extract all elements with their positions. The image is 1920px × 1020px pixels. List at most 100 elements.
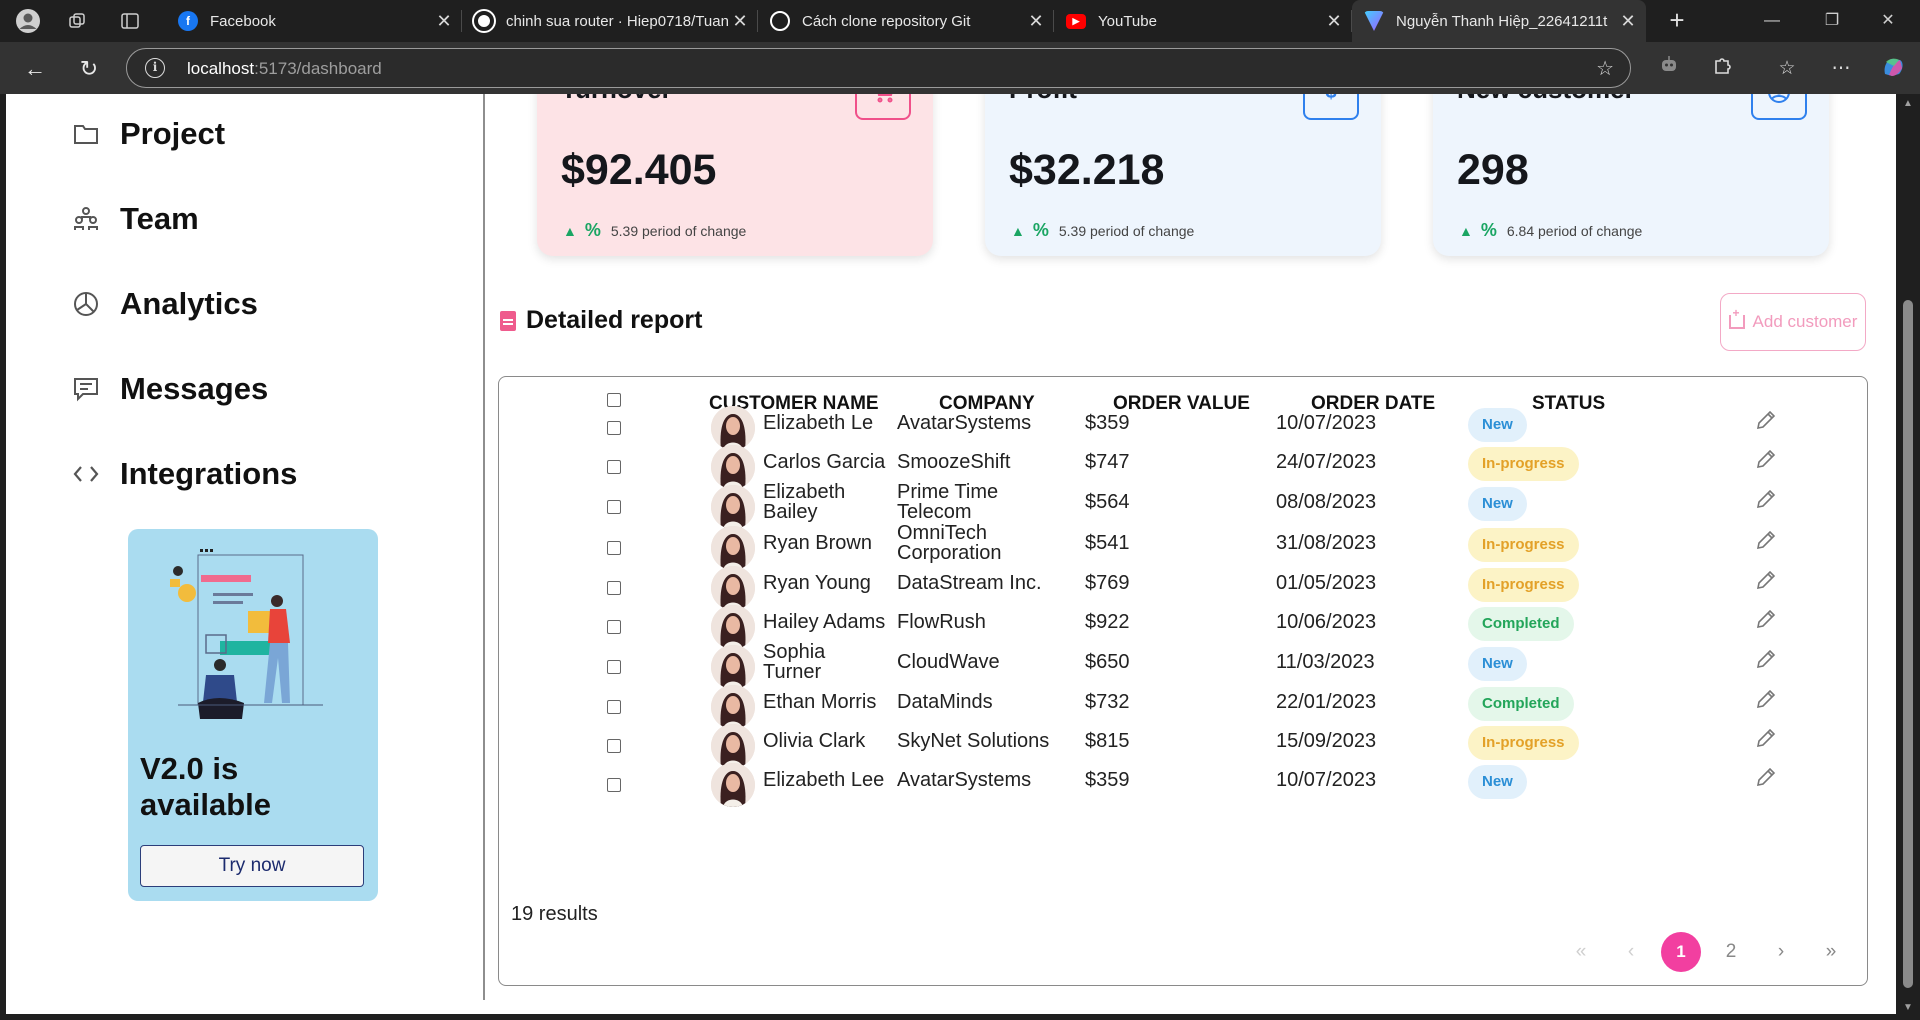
extensions-puzzle-icon[interactable] (1708, 54, 1738, 84)
minimize-button[interactable]: — (1752, 8, 1792, 34)
row-checkbox[interactable] (607, 421, 621, 435)
first-page-button[interactable]: « (1561, 932, 1601, 972)
reload-icon[interactable]: ↻ (74, 54, 104, 84)
close-tab-icon[interactable]: ✕ (1616, 11, 1640, 32)
more-menu-icon[interactable]: ⋯ (1826, 54, 1856, 84)
avatar (711, 763, 755, 807)
browser-tab[interactable]: chinh sua router · Hiep0718/Tuan ✕ (462, 0, 758, 42)
scroll-up-icon[interactable]: ▲ (1903, 98, 1913, 109)
edit-pencil-icon[interactable] (1754, 765, 1780, 791)
company-name: SmoozeShift (897, 451, 1011, 473)
url-path: :5173/dashboard (254, 59, 382, 78)
favorite-star-icon[interactable]: ☆ (1596, 56, 1614, 81)
row-checkbox[interactable] (607, 541, 621, 555)
url-text[interactable]: localhost:5173/dashboard (187, 59, 382, 79)
user-icon (1751, 94, 1807, 120)
vite-icon (1364, 11, 1384, 31)
order-date: 15/09/2023 (1276, 730, 1377, 752)
tab-actions-icon[interactable] (116, 8, 144, 34)
youtube-icon: ▶ (1066, 13, 1086, 29)
edit-pencil-icon[interactable] (1754, 528, 1780, 554)
next-page-button[interactable]: › (1761, 932, 1801, 972)
order-date: 10/07/2023 (1276, 769, 1377, 791)
status-badge: New (1468, 408, 1527, 442)
tab-title: YouTube (1098, 12, 1157, 30)
edit-pencil-icon[interactable] (1754, 447, 1780, 473)
new-tab-button[interactable]: + (1662, 6, 1692, 36)
page-scrollbar[interactable]: ▲ ▼ (1896, 94, 1920, 1020)
add-customer-button[interactable]: Add customer (1720, 293, 1866, 351)
row-checkbox[interactable] (607, 581, 621, 595)
row-checkbox[interactable] (607, 700, 621, 714)
copilot-icon[interactable] (1878, 54, 1908, 84)
row-checkbox[interactable] (607, 460, 621, 474)
facebook-icon: f (178, 11, 198, 31)
address-bar[interactable]: i localhost:5173/dashboard ☆ (126, 48, 1631, 88)
row-checkbox[interactable] (607, 739, 621, 753)
maximize-button[interactable]: ❐ (1812, 8, 1852, 34)
tab-title: Cách clone repository Git (802, 12, 971, 30)
report-header: Detailed report (500, 306, 702, 335)
browser-tab-bar: f Facebook ✕ chinh sua router · Hiep0718/Tu… (0, 0, 1920, 42)
close-tab-icon[interactable]: ✕ (1322, 11, 1346, 32)
try-now-button[interactable]: Try now (140, 845, 364, 887)
edit-pencil-icon[interactable] (1754, 607, 1780, 633)
close-tab-icon[interactable]: ✕ (1024, 11, 1048, 32)
row-checkbox[interactable] (607, 500, 621, 514)
sidebar-item-analytics[interactable]: Analytics (70, 284, 258, 324)
url-host: localhost (187, 59, 255, 78)
last-page-button[interactable]: » (1811, 932, 1851, 972)
row-checkbox[interactable] (607, 620, 621, 634)
favorites-icon[interactable]: ☆ (1772, 54, 1802, 84)
status-badge: New (1468, 487, 1527, 521)
edit-pencil-icon[interactable] (1754, 408, 1780, 434)
scroll-down-icon[interactable]: ▼ (1903, 1002, 1913, 1013)
extension-robot-icon[interactable] (1654, 54, 1684, 84)
row-checkbox[interactable] (607, 778, 621, 792)
chatgpt-icon (770, 11, 790, 31)
status-badge: In-progress (1468, 528, 1579, 562)
status-badge: In-progress (1468, 568, 1579, 602)
profile-icon[interactable] (14, 8, 42, 34)
edit-pencil-icon[interactable] (1754, 568, 1780, 594)
sidebar-item-integrations[interactable]: Integrations (70, 454, 297, 494)
report-table: CUSTOMER NAME COMPANY ORDER VALUE ORDER … (498, 376, 1868, 986)
scrollbar-thumb[interactable] (1903, 300, 1913, 988)
site-info-icon[interactable]: i (145, 58, 165, 78)
team-icon (70, 203, 102, 235)
prev-page-button[interactable]: ‹ (1611, 932, 1651, 972)
sidebar-item-project[interactable]: Project (70, 114, 225, 154)
card-change: ▲ % 5.39 period of change (1011, 220, 1194, 241)
order-date: 10/06/2023 (1276, 611, 1377, 633)
company-name: FlowRush (897, 611, 986, 633)
card-change: ▲ % 6.84 period of change (1459, 220, 1642, 241)
card-value: 298 (1457, 146, 1529, 194)
close-tab-icon[interactable]: ✕ (728, 11, 752, 32)
edit-pencil-icon[interactable] (1754, 487, 1780, 513)
sidebar-item-team[interactable]: Team (70, 199, 199, 239)
sidebar-item-messages[interactable]: Messages (70, 369, 268, 409)
edit-pencil-icon[interactable] (1754, 687, 1780, 713)
page-1-button[interactable]: 1 (1661, 932, 1701, 972)
browser-tab[interactable]: ▶ YouTube ✕ (1054, 0, 1352, 42)
status-badge: New (1468, 765, 1527, 799)
browser-tab[interactable]: Nguyễn Thanh Hiệp_22641211t ✕ (1352, 0, 1646, 42)
table-row: Elizabeth Lee AvatarSystems $359 10/07/2023… (499, 763, 1867, 816)
page-2-button[interactable]: 2 (1711, 932, 1751, 972)
edit-pencil-icon[interactable] (1754, 647, 1780, 673)
browser-tab[interactable]: Cách clone repository Git ✕ (758, 0, 1054, 42)
change-text: 6.84 period of change (1506, 222, 1643, 239)
company-name: SkyNet Solutions (897, 730, 1050, 752)
card-title: Profit (1009, 94, 1077, 105)
edit-pencil-icon[interactable] (1754, 726, 1780, 752)
customer-name: Olivia Clark (763, 730, 866, 752)
order-value: $359 (1085, 769, 1130, 791)
close-tab-icon[interactable]: ✕ (432, 11, 456, 32)
workspaces-icon[interactable] (64, 8, 92, 34)
back-icon[interactable]: ← (20, 54, 50, 84)
browser-tab[interactable]: f Facebook ✕ (166, 0, 462, 42)
select-all-checkbox[interactable] (607, 393, 621, 407)
new-customer-card: New customer 298 ▲ % 6.84 period of chan… (1433, 94, 1829, 256)
close-window-button[interactable]: ✕ (1868, 8, 1908, 34)
row-checkbox[interactable] (607, 660, 621, 674)
